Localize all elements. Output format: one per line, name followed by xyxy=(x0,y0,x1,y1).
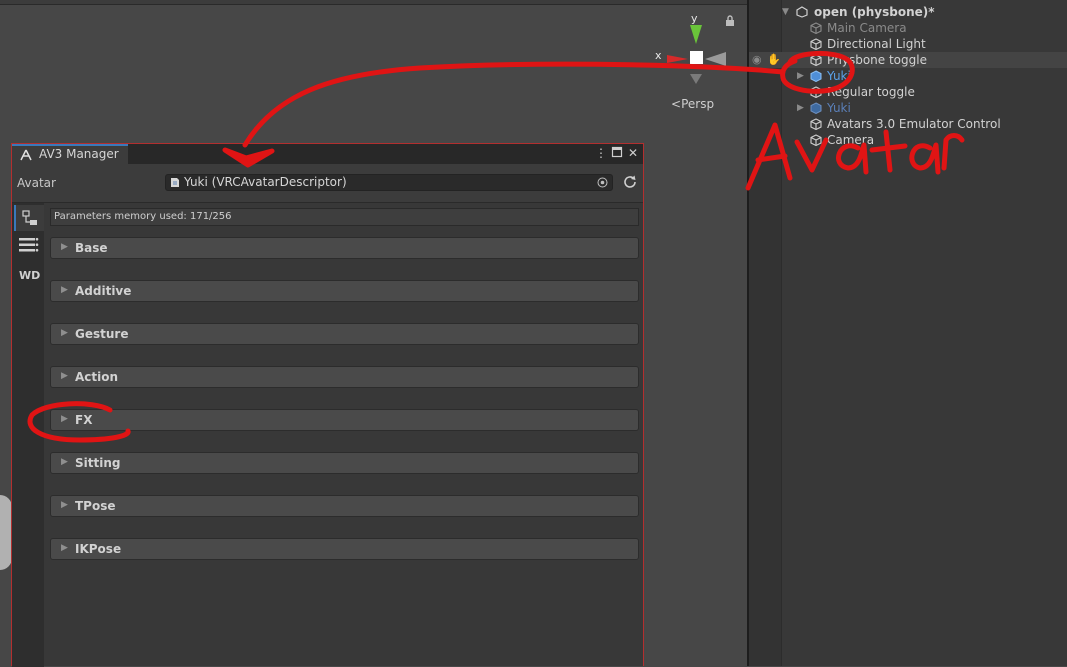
gizmo-center[interactable] xyxy=(690,51,703,64)
object-picker-icon[interactable] xyxy=(597,177,608,188)
foldout-arrow-icon: ▶ xyxy=(61,242,68,252)
axis-x-cone[interactable] xyxy=(667,55,688,63)
layer-foldout-additive[interactable]: ▶ Additive xyxy=(50,280,639,302)
hierarchy-item-label: Main Camera xyxy=(827,21,907,35)
hierarchy-item-label: Physbone toggle xyxy=(827,53,927,67)
script-file-icon xyxy=(171,178,179,187)
tab-av3-manager[interactable]: AV3 Manager xyxy=(12,144,128,164)
axis-negy-cone[interactable] xyxy=(690,74,702,84)
prefab-cube-icon xyxy=(810,70,822,82)
tab-write-defaults[interactable]: WD xyxy=(19,269,40,282)
visibility-eye-icon[interactable]: ◉ xyxy=(752,52,762,68)
layer-name: FX xyxy=(75,413,93,427)
axis-negx-cone[interactable] xyxy=(705,52,726,66)
prefab-cube-icon xyxy=(810,102,822,114)
tab-layers[interactable] xyxy=(14,205,44,231)
foldout-arrow-icon: ▶ xyxy=(61,414,68,424)
layer-name: Action xyxy=(75,370,119,384)
expand-arrow-icon[interactable]: ▼ xyxy=(782,4,789,20)
parameters-list-icon xyxy=(19,237,39,252)
layer-foldout-action[interactable]: ▶ Action xyxy=(50,366,639,388)
tab-parameters[interactable] xyxy=(14,233,44,259)
layer-foldout-sitting[interactable]: ▶ Sitting xyxy=(50,452,639,474)
hierarchy-item[interactable]: Avatars 3.0 Emulator Control xyxy=(781,116,1067,132)
hierarchy-item-avatar[interactable]: ▶ Yuki xyxy=(781,68,1067,84)
expand-arrow-icon[interactable]: ▶ xyxy=(797,100,804,116)
gameobject-cube-icon xyxy=(810,134,822,146)
hierarchy-item[interactable]: ▶ Yuki xyxy=(781,100,1067,116)
expand-arrow-icon[interactable]: ▶ xyxy=(797,68,804,84)
layer-name: IKPose xyxy=(75,542,122,556)
layer-foldout-gesture[interactable]: ▶ Gesture xyxy=(50,323,639,345)
parameters-memory-bar: Parameters memory used: 171/256 xyxy=(50,208,639,226)
close-icon[interactable]: ✕ xyxy=(626,146,640,160)
hierarchy-item-label: Avatars 3.0 Emulator Control xyxy=(827,117,1001,131)
hierarchy-item[interactable]: Directional Light xyxy=(781,36,1067,52)
hierarchy-item-hovered[interactable]: ◉ ✋ Physbone toggle xyxy=(749,52,1067,68)
av3-manager-window[interactable]: AV3 Manager ⋮ ✕ Avatar Yuki (VRCAvatarDe… xyxy=(11,143,644,667)
hierarchy-item[interactable]: Regular toggle xyxy=(781,84,1067,100)
foldout-arrow-icon: ▶ xyxy=(61,543,68,553)
layer-name: Sitting xyxy=(75,456,121,470)
tab-label: AV3 Manager xyxy=(39,147,119,161)
layer-name: Additive xyxy=(75,284,132,298)
axis-y-cone[interactable] xyxy=(690,25,702,44)
pickable-hand-icon[interactable]: ✋ xyxy=(767,52,781,68)
more-options-icon[interactable]: ⋮ xyxy=(594,146,608,160)
layer-name: TPose xyxy=(75,499,116,513)
axis-x-label: x xyxy=(655,49,662,62)
hierarchy-panel[interactable]: ▼ open (physbone)* Main Camera Direction… xyxy=(749,0,1067,666)
foldout-arrow-icon: ▶ xyxy=(61,500,68,510)
hierarchy-item-label: Regular toggle xyxy=(827,85,915,99)
avatar-field-value: Yuki (VRCAvatarDescriptor) xyxy=(184,175,347,189)
layer-foldout-base[interactable]: ▶ Base xyxy=(50,237,639,259)
foldout-arrow-icon: ▶ xyxy=(61,285,68,295)
layer-foldout-tpose[interactable]: ▶ TPose xyxy=(50,495,639,517)
layer-name: Gesture xyxy=(75,327,129,341)
hierarchy-item-label: Camera xyxy=(827,133,875,147)
hierarchy-item[interactable]: Camera xyxy=(781,132,1067,148)
gameobject-cube-icon xyxy=(810,118,822,130)
hierarchy-item-label: Yuki xyxy=(827,101,851,115)
axis-y-label: y xyxy=(691,12,698,25)
lock-icon[interactable] xyxy=(724,15,736,27)
layers-graph-icon xyxy=(22,210,37,225)
foldout-arrow-icon: ▶ xyxy=(61,328,68,338)
projection-label[interactable]: <Persp xyxy=(671,97,714,111)
hierarchy-item-label: Directional Light xyxy=(827,37,926,51)
gameobject-cube-icon xyxy=(810,22,822,34)
avatar-field-row: Avatar Yuki (VRCAvatarDescriptor) xyxy=(12,164,643,203)
gameobject-cube-icon xyxy=(810,86,822,98)
gameobject-cube-icon xyxy=(810,38,822,50)
scene-root-label: open (physbone)* xyxy=(814,5,935,19)
hierarchy-gutter xyxy=(749,0,782,666)
hierarchy-item[interactable]: Main Camera xyxy=(781,20,1067,36)
avatar-label: Avatar xyxy=(17,176,56,190)
window-tab-bar: AV3 Manager ⋮ ✕ xyxy=(12,144,643,164)
side-tab-strip: WD xyxy=(12,203,44,667)
avatar-object-field[interactable]: Yuki (VRCAvatarDescriptor) xyxy=(165,174,613,191)
gameobject-cube-icon xyxy=(810,54,822,66)
refresh-icon[interactable] xyxy=(622,174,638,190)
layer-foldout-fx[interactable]: ▶ FX xyxy=(50,409,639,431)
maximize-icon[interactable] xyxy=(610,146,624,160)
unity-scene-icon xyxy=(796,6,808,18)
foldout-arrow-icon: ▶ xyxy=(61,457,68,467)
hierarchy-item-label: Yuki xyxy=(827,69,851,83)
memory-usage-text: Parameters memory used: 171/256 xyxy=(54,211,232,222)
scene-toolbar xyxy=(0,0,747,5)
layer-foldout-ikpose[interactable]: ▶ IKPose xyxy=(50,538,639,560)
layer-name: Base xyxy=(75,241,108,255)
foldout-arrow-icon: ▶ xyxy=(61,371,68,381)
vrchat-avatar-icon xyxy=(20,149,32,161)
hierarchy-scene-root[interactable]: ▼ open (physbone)* xyxy=(781,4,1067,20)
